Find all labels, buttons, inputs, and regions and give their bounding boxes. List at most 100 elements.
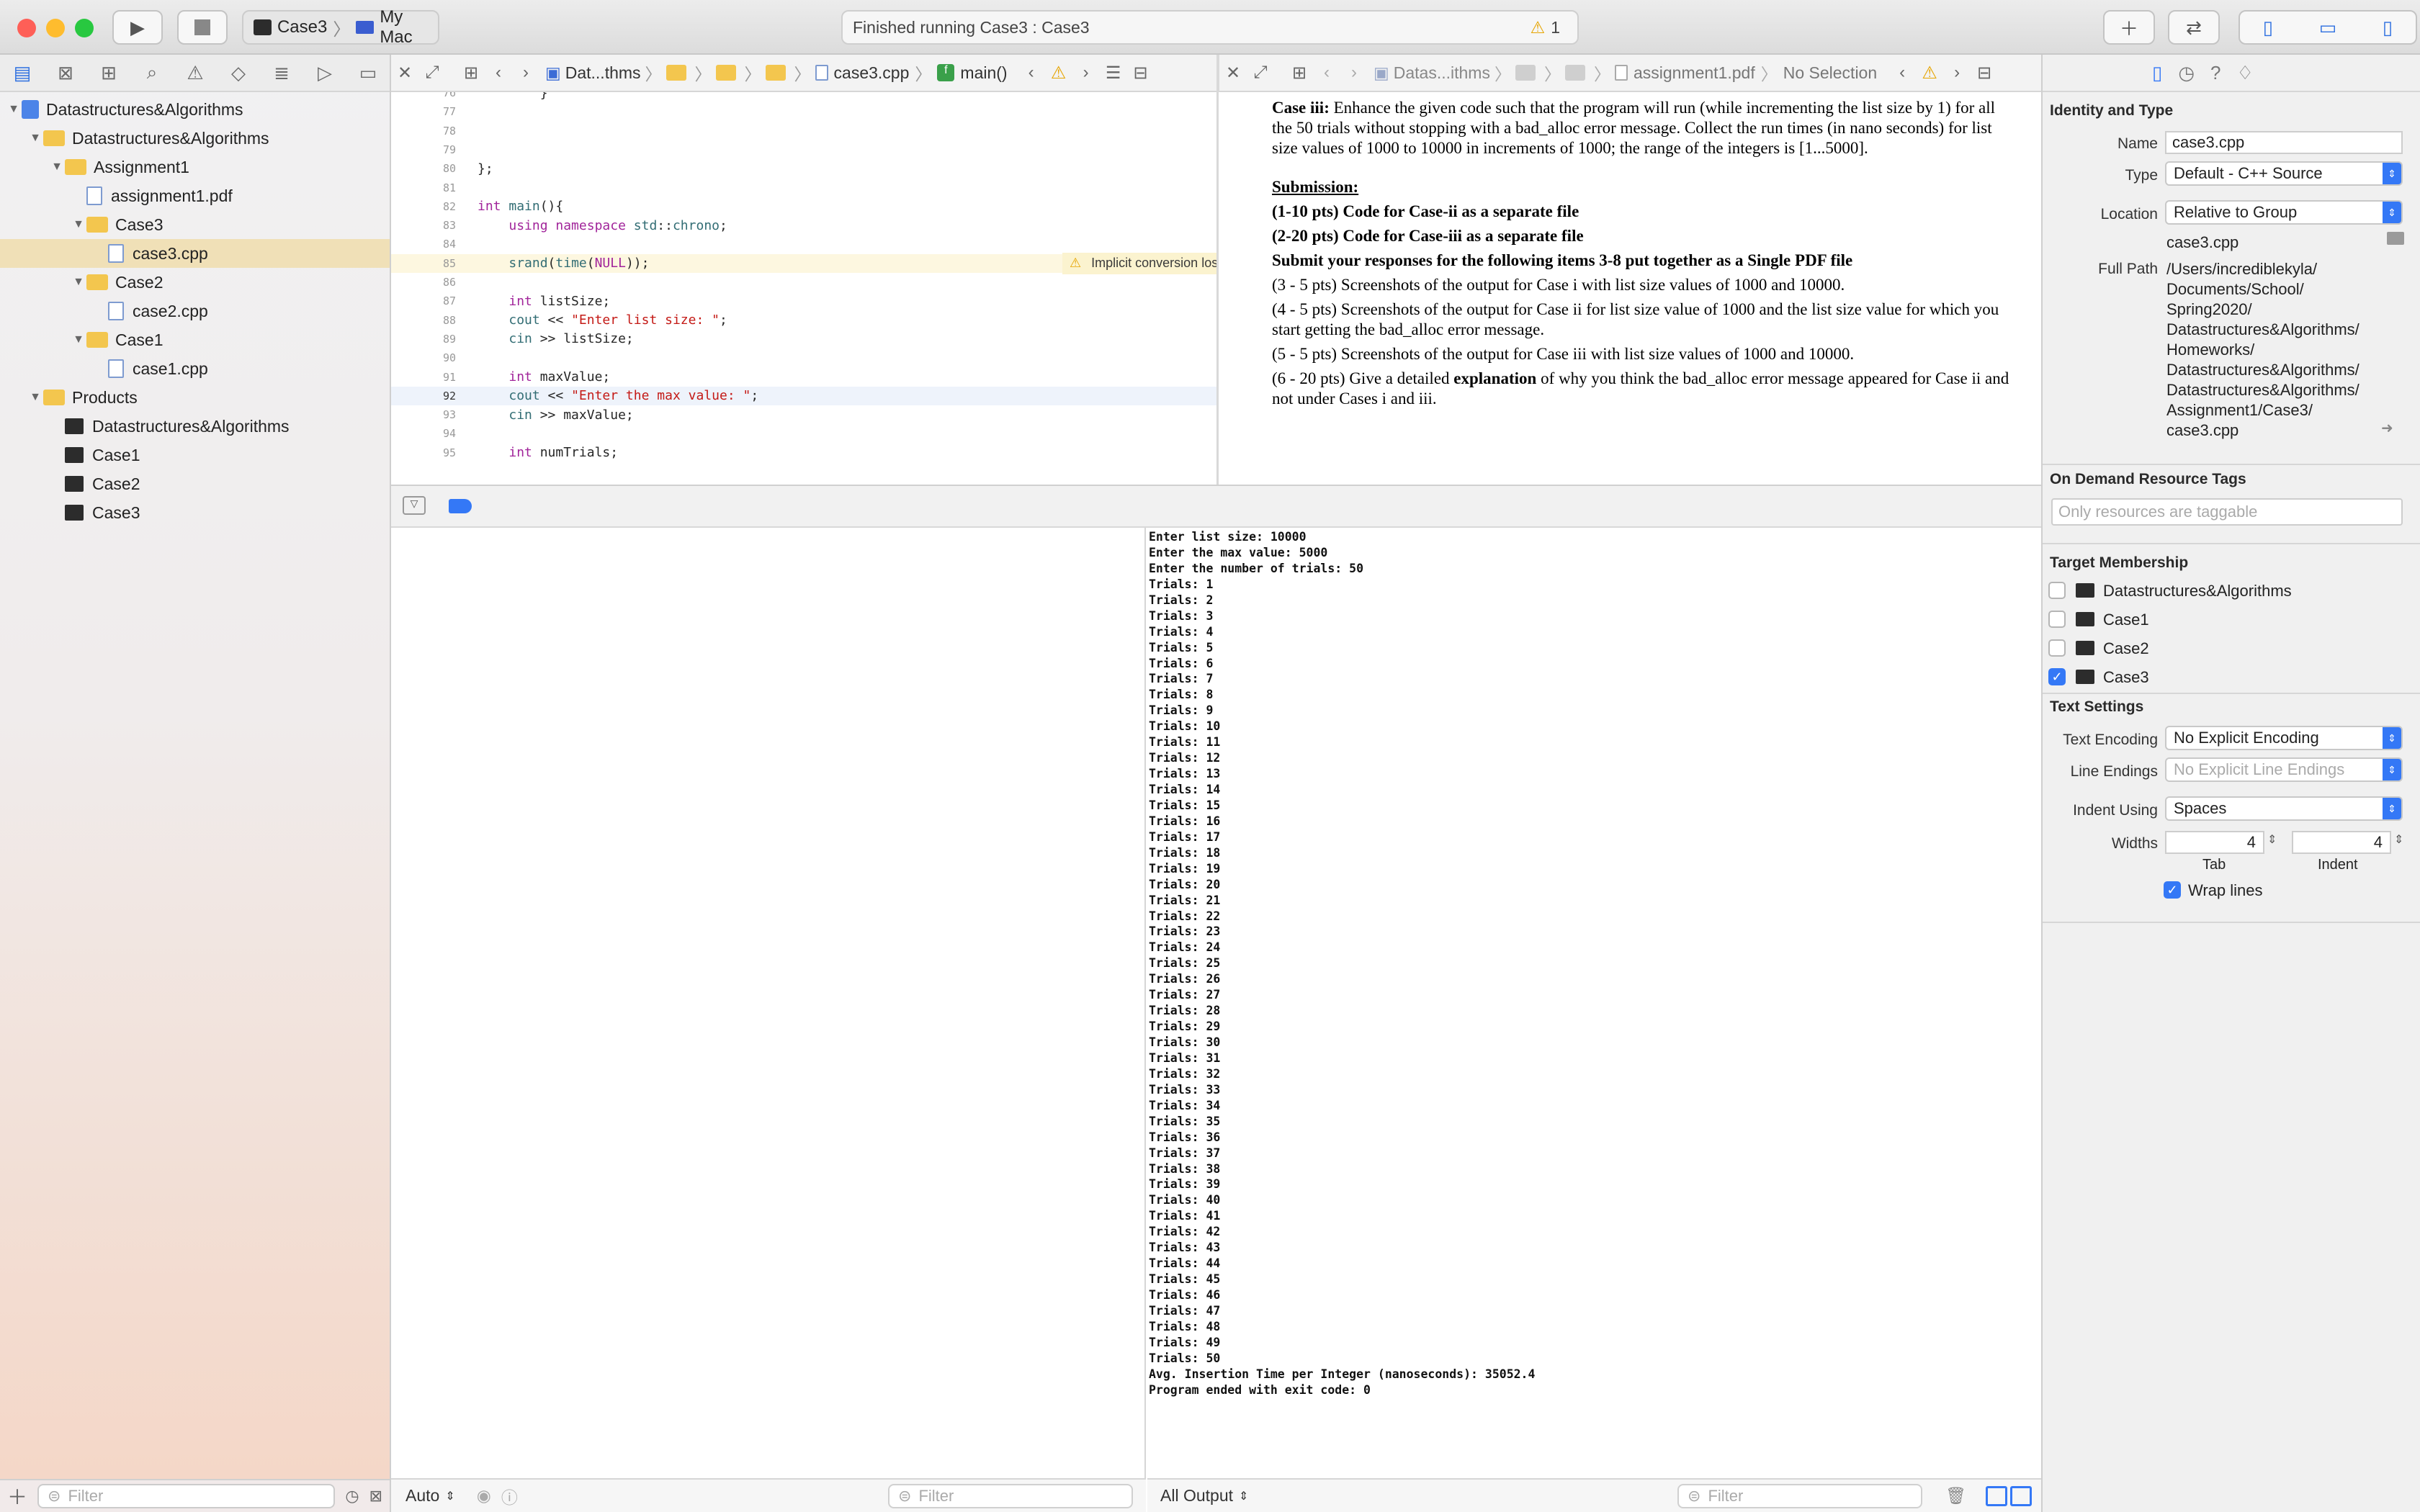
pdf-viewer[interactable]: Case iii: Enhance the given code such th… (1219, 92, 2041, 485)
navigator-item[interactable]: ▼ Assignment1 (0, 153, 390, 181)
endings-popup[interactable]: No Explicit Line Endings ⇕ (2165, 757, 2403, 782)
library-button[interactable]: ＋ (2103, 10, 2155, 45)
trash-icon[interactable]: 🗑 (1945, 1486, 1966, 1506)
reveal-arrow-icon[interactable]: ➜ (2381, 419, 2393, 437)
editor-options-icon[interactable]: ☰ (1100, 63, 1127, 84)
info-icon[interactable]: ⓘ (501, 1484, 518, 1508)
disclosure-triangle-icon[interactable]: ▼ (6, 103, 22, 116)
console-output[interactable]: Enter list size: 10000 Enter the max valu… (1147, 528, 2041, 1478)
target-checkbox[interactable]: ✓ (2048, 668, 2066, 685)
navigator-item[interactable]: ▼ Case3 (0, 210, 390, 239)
back-icon[interactable]: ‹ (485, 63, 512, 83)
indent-width-field[interactable]: 4 (2292, 831, 2391, 854)
history-icon[interactable]: ◷ (2178, 62, 2195, 84)
disclosure-triangle-icon[interactable]: ▼ (71, 333, 86, 346)
navigator-item[interactable]: ▼ Products (0, 383, 390, 412)
close-window-button[interactable] (17, 19, 36, 37)
disclosure-triangle-icon[interactable]: ▼ (27, 391, 43, 404)
back-icon[interactable]: ‹ (1313, 63, 1340, 83)
close-editor-icon[interactable]: ✕ (391, 63, 418, 84)
code-review-button[interactable]: ⇄ (2168, 10, 2220, 45)
breakpoint-icon[interactable]: ▷ (311, 60, 339, 85)
expand-icon[interactable]: ⤢ (418, 63, 446, 83)
auto-selector[interactable]: Auto (405, 1486, 439, 1506)
target-checkbox[interactable] (2048, 582, 2066, 599)
navigator-item[interactable]: Case2 (0, 469, 390, 498)
scope-icon[interactable]: ⊠ (369, 1487, 382, 1506)
navigator-toggle-icon[interactable]: ▯ (2263, 17, 2273, 39)
forward-icon[interactable]: › (1340, 63, 1368, 83)
source-control-icon[interactable]: ⊠ (52, 60, 79, 85)
navigator-item[interactable]: case2.cpp (0, 297, 390, 325)
navigator-item[interactable]: case1.cpp (0, 354, 390, 383)
crumb-project[interactable]: Dat...thms (565, 63, 641, 83)
expand-icon[interactable]: ⤢ (1247, 63, 1274, 83)
disclosure-triangle-icon[interactable]: ▼ (71, 276, 86, 289)
navigator-filter-input[interactable]: ⊜ Filter (37, 1484, 336, 1508)
tab-stepper-icon[interactable]: ⇕ (2267, 832, 2277, 847)
disclosure-triangle-icon[interactable]: ▼ (27, 132, 43, 145)
console-view-toggle-icon[interactable] (2010, 1485, 2032, 1506)
next-issue-icon[interactable]: › (1943, 63, 1971, 83)
file-inspector-icon[interactable]: ▯ (2152, 62, 2162, 84)
crumb-project[interactable]: Datas...ithms (1394, 63, 1490, 83)
search-icon[interactable]: ⌕ (138, 60, 166, 85)
navigator-item[interactable]: Datastructures&Algorithms (0, 412, 390, 441)
next-issue-icon[interactable]: › (1072, 63, 1100, 83)
navigator-item[interactable]: assignment1.pdf (0, 181, 390, 210)
navigator-item[interactable]: ▼ Case1 (0, 325, 390, 354)
breakpoints-toggle-icon[interactable] (449, 499, 472, 513)
type-popup[interactable]: Default - C++ Source ⇕ (2165, 161, 2403, 186)
accessibility-icon[interactable]: ♢ (2236, 62, 2253, 84)
target-checkbox[interactable] (2048, 611, 2066, 628)
inspector-toggle-icon[interactable]: ▯ (2383, 17, 2393, 39)
navigator-item[interactable]: ▼ Datastructures&Algorithms (0, 95, 390, 124)
navigator-item[interactable]: case3.cpp (0, 239, 390, 268)
wrap-lines-checkbox[interactable]: ✓ (2164, 881, 2181, 899)
tab-width-field[interactable]: 4 (2165, 831, 2264, 854)
forward-icon[interactable]: › (512, 63, 539, 83)
folder-icon[interactable] (1515, 65, 1536, 81)
name-field[interactable]: case3.cpp (2165, 131, 2403, 154)
folder-icon[interactable]: ▤ (9, 60, 36, 85)
debug-icon[interactable]: ≣ (268, 60, 295, 85)
crumb-file[interactable]: case3.cpp (834, 63, 910, 83)
target-checkbox[interactable] (2048, 639, 2066, 657)
indent-stepper-icon[interactable]: ⇕ (2394, 832, 2403, 847)
folder-icon[interactable] (765, 65, 786, 81)
eye-icon[interactable]: ◉ (477, 1486, 491, 1506)
scheme-selector[interactable]: Case3 〉 My Mac (242, 7, 439, 47)
related-items-icon[interactable]: ⊞ (457, 63, 485, 84)
crumb-file[interactable]: assignment1.pdf (1634, 63, 1755, 83)
navigator-item[interactable]: ▼ Datastructures&Algorithms (0, 124, 390, 153)
disclosure-triangle-icon[interactable]: ▼ (71, 218, 86, 231)
split-editor-icon[interactable]: ⊟ (1971, 63, 1998, 84)
issue-icon[interactable]: ⚠ (182, 60, 209, 85)
reveal-folder-icon[interactable] (2387, 232, 2404, 245)
folder-icon[interactable] (666, 65, 686, 81)
prev-issue-icon[interactable]: ‹ (1888, 63, 1916, 83)
add-icon[interactable]: ＋ (7, 1482, 27, 1511)
zoom-window-button[interactable] (75, 19, 94, 37)
warning-icon[interactable]: ⚠ (1045, 63, 1072, 84)
minimize-window-button[interactable] (46, 19, 65, 37)
inline-warning[interactable]: ⚠ Implicit conversion loses integer preci… (1062, 252, 1216, 274)
recent-icon[interactable]: ◷ (345, 1487, 359, 1506)
stop-button[interactable] (177, 10, 228, 45)
report-icon[interactable]: ▭ (354, 60, 382, 85)
help-icon[interactable]: ? (2210, 62, 2220, 84)
crumb-symbol[interactable]: main() (960, 63, 1007, 83)
code-editor[interactable]: 76 } 77 78 79 80}; 81 82 int main(){83 using na… (391, 92, 1216, 485)
warning-indicator[interactable]: ⚠ 1 (1531, 18, 1560, 37)
crumb-selection[interactable]: No Selection (1783, 63, 1877, 83)
split-editor-icon[interactable]: ⊟ (1127, 63, 1155, 84)
debug-toggle-icon[interactable]: ▭ (2319, 17, 2337, 39)
output-selector[interactable]: All Output (1160, 1486, 1233, 1506)
test-icon[interactable]: ◇ (225, 60, 252, 85)
prev-issue-icon[interactable]: ‹ (1018, 63, 1045, 83)
navigator-item[interactable]: Case3 (0, 498, 390, 527)
disclosure-triangle-icon[interactable]: ▼ (49, 161, 65, 174)
close-editor-icon[interactable]: ✕ (1219, 63, 1247, 84)
encoding-popup[interactable]: No Explicit Encoding ⇕ (2165, 726, 2403, 750)
hide-debug-icon[interactable]: ▽ (403, 496, 426, 515)
